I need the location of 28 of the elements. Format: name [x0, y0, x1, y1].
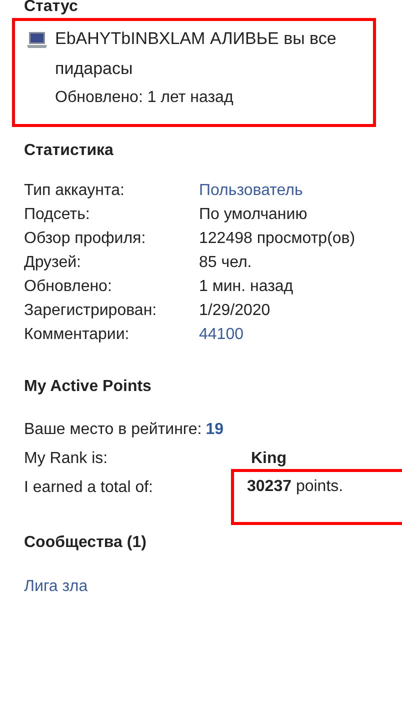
- stat-label: Обновлено:: [24, 277, 113, 297]
- status-updated: Обновлено: 1 лет назад: [54, 88, 234, 108]
- stat-label: Обзор профиля:: [24, 229, 147, 249]
- stat-link[interactable]: 44100: [199, 323, 359, 347]
- rank-place-label: Ваше место в рейтинге:: [24, 420, 202, 440]
- section-title: My Active Points: [23, 377, 152, 397]
- stat-value: 1 мин. назад: [199, 277, 294, 297]
- stat-value: 85 чел.: [199, 253, 253, 273]
- rank-place-value: 19: [206, 420, 224, 440]
- total-points: 30237 points.: [231, 469, 402, 525]
- status-text: EbAHYTbINBXLAM АЛИВЬЕ вы все пидарасы: [55, 28, 338, 80]
- rank-label: My Rank is:: [24, 449, 109, 469]
- section-title: Статистика: [23, 141, 114, 161]
- stat-label: Комментарии:: [24, 325, 130, 345]
- stat-label: Зарегистрирован:: [24, 301, 158, 321]
- stat-label: Друзей:: [24, 253, 82, 273]
- stat-label: Тип аккаунта:: [24, 181, 126, 201]
- community-link[interactable]: Лига зла: [24, 575, 88, 599]
- section-title: Статус: [23, 0, 79, 16]
- total-label: I earned a total of:: [24, 478, 154, 498]
- stat-label: Подсеть:: [24, 205, 91, 225]
- stat-value: По умолчанию: [199, 205, 308, 225]
- stat-link[interactable]: Пользователь: [199, 179, 359, 203]
- section-title: Сообщества (1): [23, 533, 148, 553]
- stat-value: 1/29/2020: [199, 301, 272, 321]
- rank-value: King: [250, 449, 288, 469]
- laptop-icon: [27, 31, 47, 49]
- stat-value: 122498 просмотр(ов): [199, 229, 356, 249]
